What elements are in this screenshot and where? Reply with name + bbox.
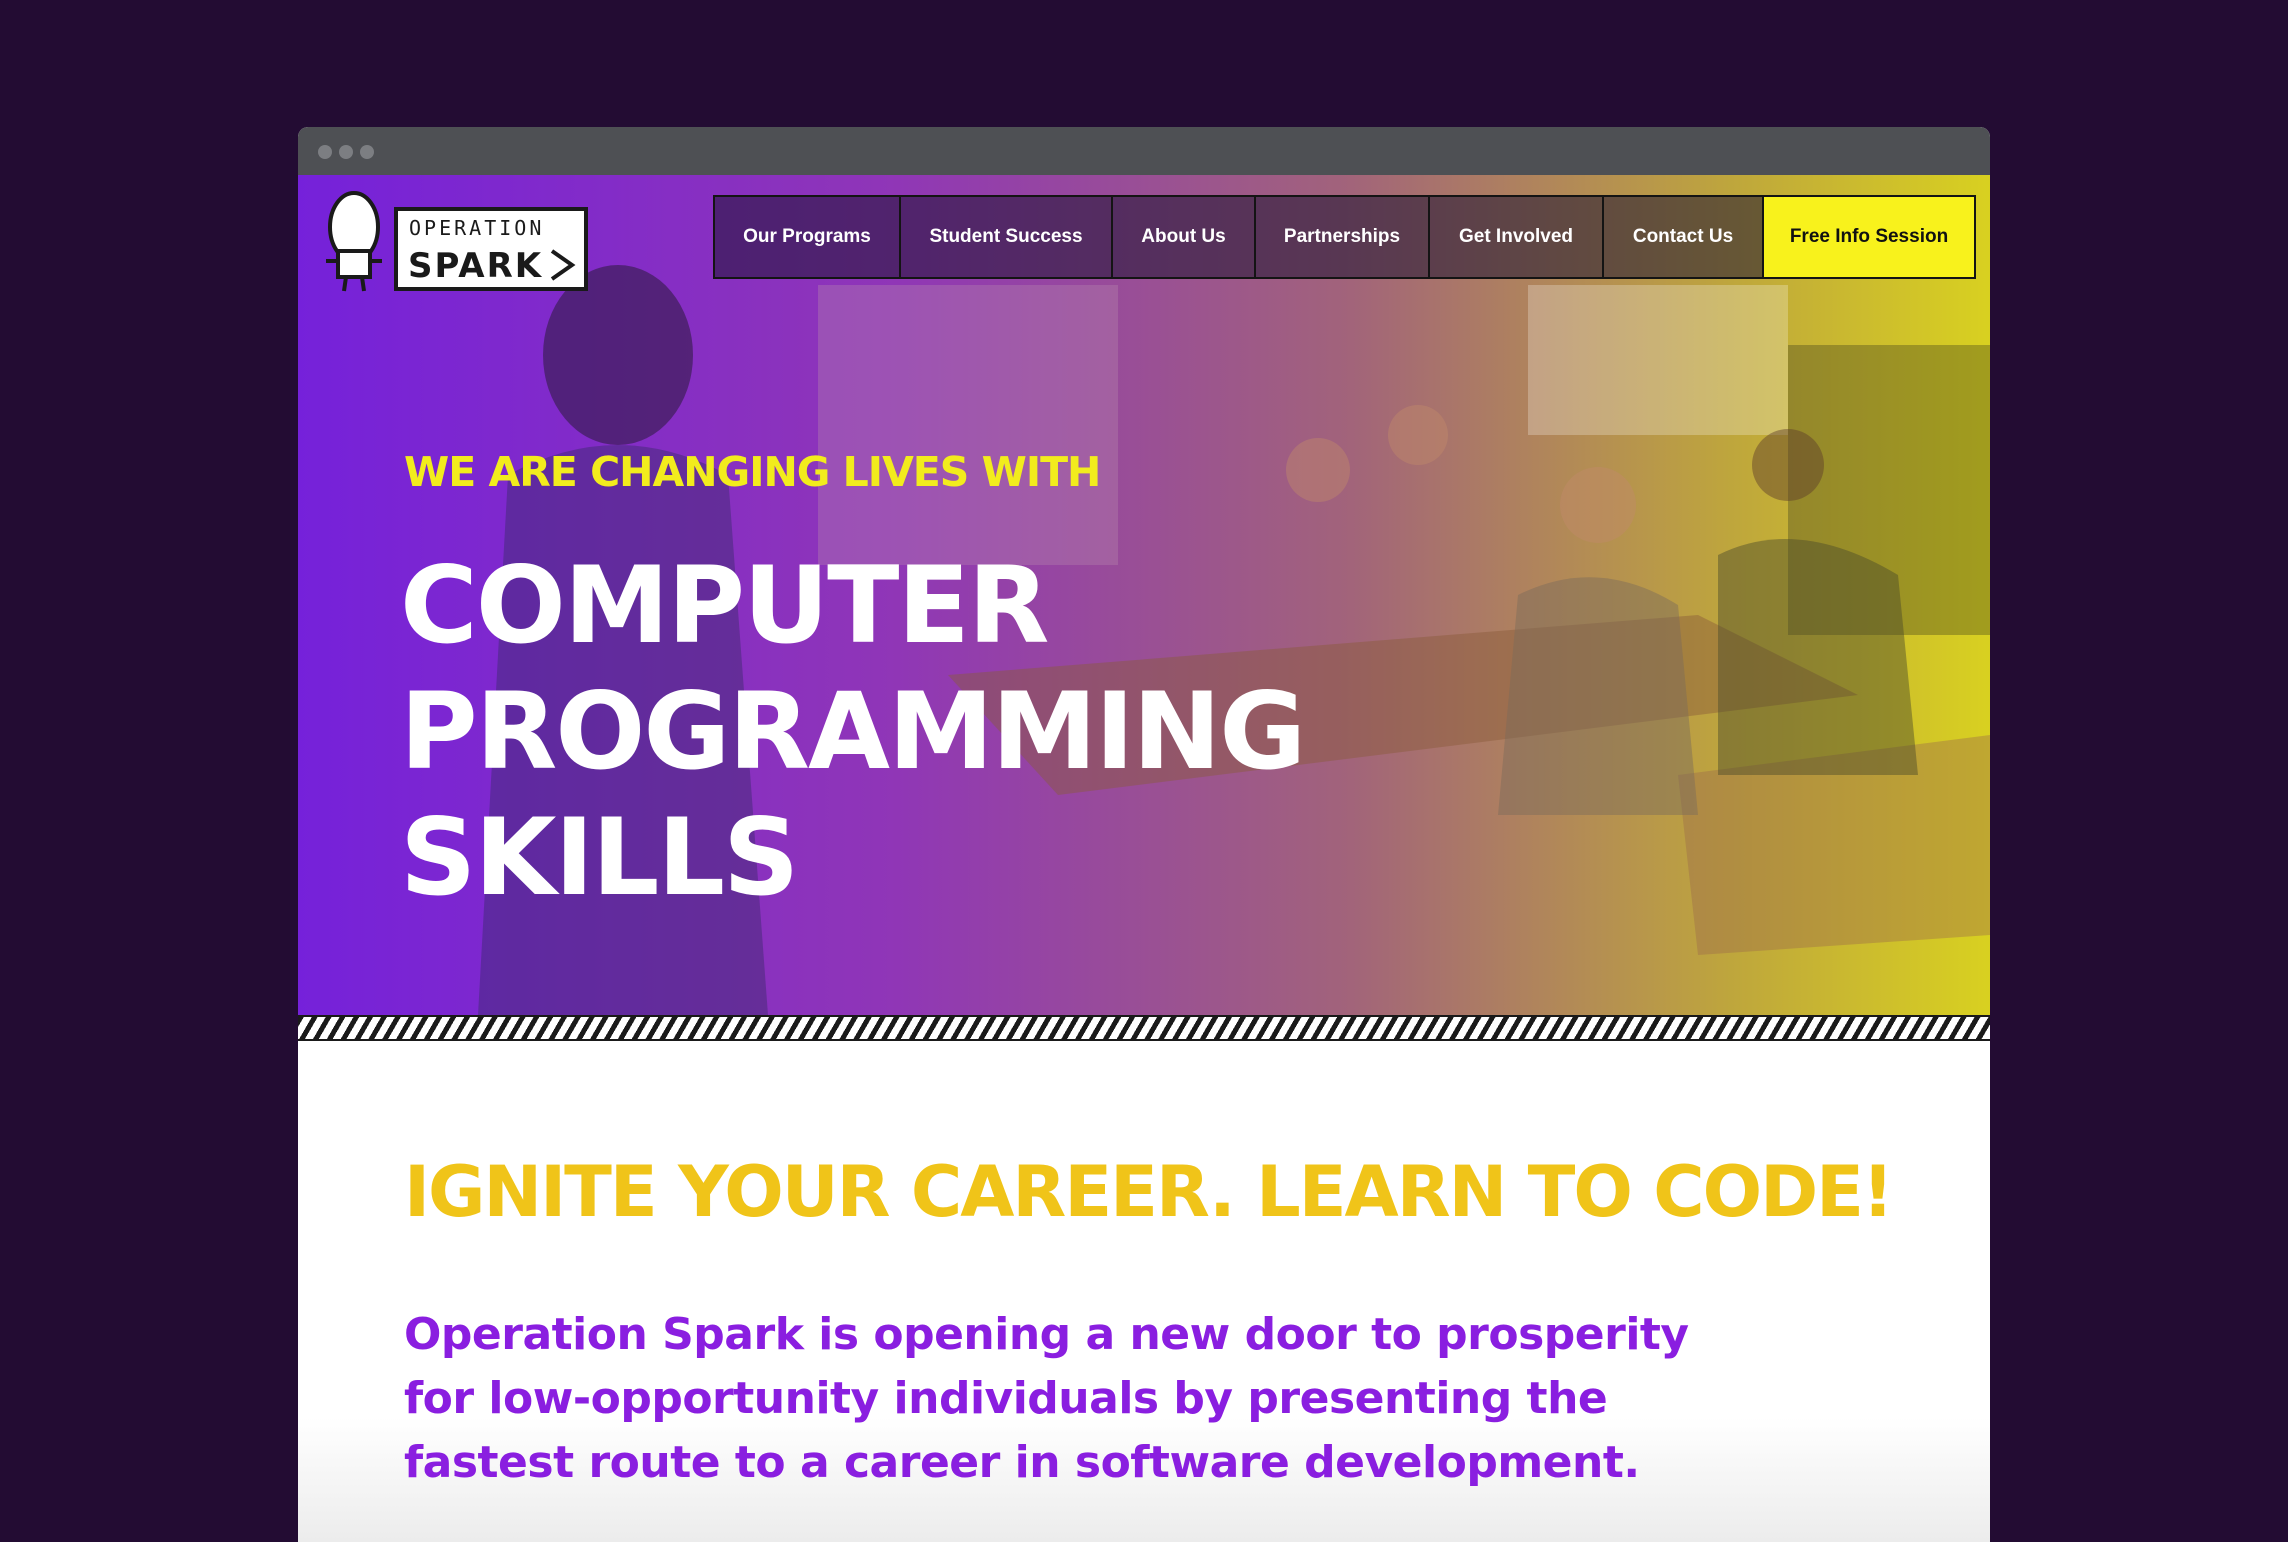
hero-banner: OPERATION SPARK Our Programs Student Suc… — [298, 175, 1990, 1015]
nav-contact-us[interactable]: Contact Us — [1604, 197, 1764, 277]
hero-headline-line: SKILLS — [400, 796, 799, 919]
operation-spark-logo[interactable]: OPERATION SPARK — [316, 187, 606, 302]
window-dot-icon[interactable] — [360, 145, 374, 159]
intro-paragraph: Operation Spark is opening a new door to… — [404, 1309, 1689, 1488]
window-titlebar — [298, 127, 1990, 175]
browser-window: OPERATION SPARK Our Programs Student Suc… — [298, 127, 1990, 1542]
hatched-divider — [298, 1015, 1990, 1041]
intro-section: IGNITE YOUR CAREER. LEARN TO CODE! Opera… — [298, 1041, 1990, 1542]
nav-get-involved[interactable]: Get Involved — [1430, 197, 1604, 277]
free-info-session-button[interactable]: Free Info Session — [1764, 197, 1974, 277]
hero-headline-line: COMPUTER — [400, 544, 1049, 667]
section-heading: IGNITE YOUR CAREER. LEARN TO CODE! — [404, 1151, 1894, 1233]
main-navigation: Our Programs Student Success About Us Pa… — [713, 195, 1976, 279]
window-dot-icon[interactable] — [339, 145, 353, 159]
logo-text-top: OPERATION — [409, 216, 544, 240]
robot-mascot-icon: OPERATION SPARK — [326, 191, 588, 292]
logo-text-bottom: SPARK — [408, 246, 543, 286]
hero-eyebrow: WE ARE CHANGING LIVES WITH — [404, 448, 1101, 496]
nav-student-success[interactable]: Student Success — [901, 197, 1113, 277]
nav-about-us[interactable]: About Us — [1113, 197, 1256, 277]
nav-our-programs[interactable]: Our Programs — [715, 197, 901, 277]
window-dot-icon[interactable] — [318, 145, 332, 159]
hero-headline: COMPUTER PROGRAMMING SKILLS — [400, 543, 1306, 921]
nav-partnerships[interactable]: Partnerships — [1256, 197, 1430, 277]
hero-headline-line: PROGRAMMING — [400, 670, 1306, 793]
